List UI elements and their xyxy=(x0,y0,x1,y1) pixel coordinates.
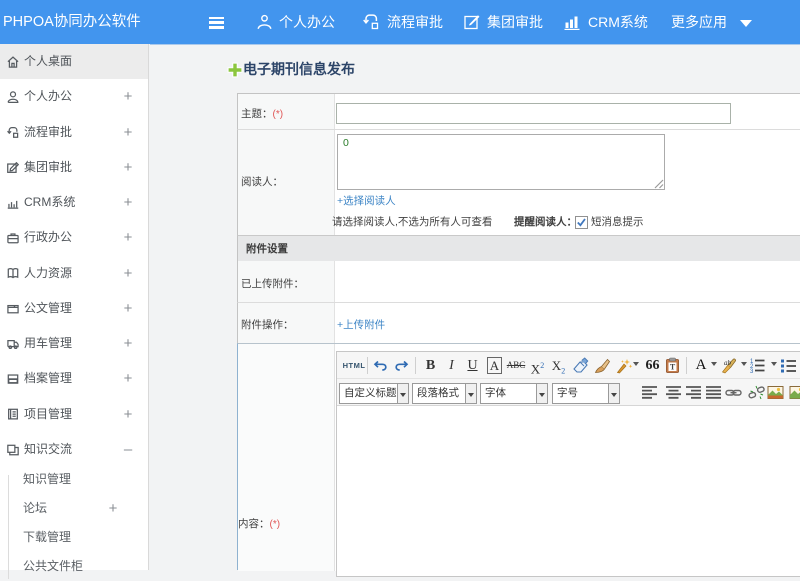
svg-text:ab: ab xyxy=(724,359,732,367)
svg-text:T: T xyxy=(670,363,676,372)
svg-text:3: 3 xyxy=(750,369,754,374)
